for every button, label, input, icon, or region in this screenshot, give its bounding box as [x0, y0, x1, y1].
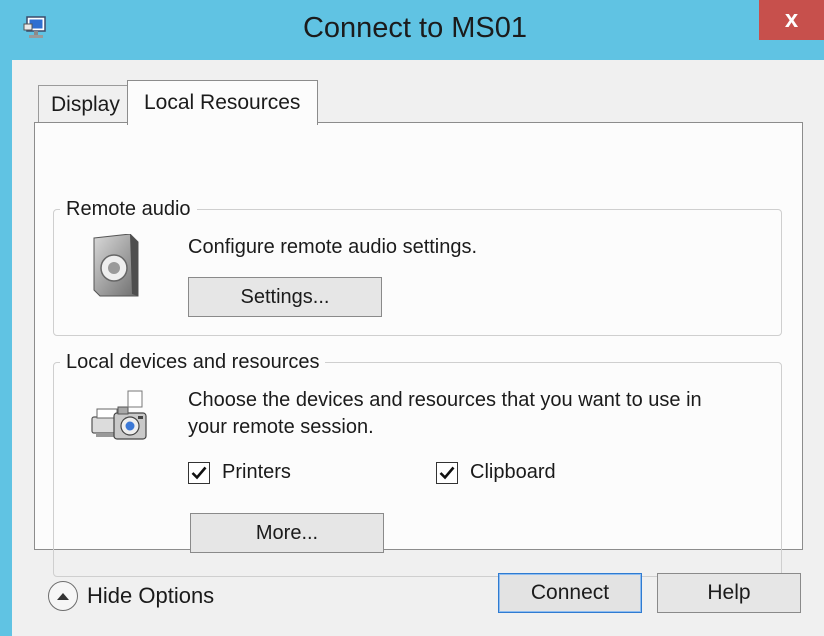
- tab-local-resources-label: Local Resources: [144, 91, 301, 114]
- tab-local-resources[interactable]: Local Resources: [127, 80, 318, 125]
- remote-audio-description: Configure remote audio settings.: [188, 236, 478, 258]
- dialog-body: Display Local Resources Remote audio Con…: [12, 60, 824, 636]
- chevron-up-icon[interactable]: [48, 581, 78, 611]
- speaker-icon: [88, 233, 144, 300]
- settings-button-label: Settings...: [240, 285, 330, 308]
- remote-audio-group: Remote audio Configure remote audio sett…: [53, 196, 782, 336]
- tab-display-label: Display: [51, 92, 120, 116]
- local-devices-group: Local devices and resources Choose the d…: [53, 349, 782, 577]
- remote-audio-heading: Remote audio: [60, 196, 197, 222]
- local-devices-heading: Local devices and resources: [60, 349, 326, 375]
- help-button-label: Help: [707, 581, 751, 604]
- more-button[interactable]: More...: [190, 513, 384, 553]
- devices-icon: [88, 389, 154, 447]
- printers-checkbox[interactable]: Printers: [188, 461, 291, 484]
- printers-label: Printers: [222, 461, 291, 483]
- hide-options-label: Hide Options: [87, 583, 215, 608]
- window-title: Connect to MS01: [302, 12, 528, 44]
- clipboard-label: Clipboard: [470, 461, 556, 483]
- tab-display[interactable]: Display: [38, 85, 128, 123]
- settings-button[interactable]: Settings...: [188, 277, 382, 317]
- local-devices-description-line2: your remote session.: [188, 416, 374, 438]
- close-button[interactable]: x: [759, 0, 824, 40]
- more-button-label: More...: [255, 521, 319, 544]
- close-icon: x: [784, 6, 799, 33]
- local-resources-panel: Remote audio Configure remote audio sett…: [34, 122, 803, 577]
- local-devices-description-line1: Choose the devices and resources that yo…: [188, 389, 702, 411]
- clipboard-check-icon[interactable]: [436, 461, 458, 484]
- printers-check-icon[interactable]: [188, 461, 210, 484]
- hide-options-toggle[interactable]: Hide Options: [48, 581, 214, 611]
- connect-button[interactable]: Connect: [498, 573, 642, 613]
- title-bar: Connect to MS01 x: [0, 0, 824, 60]
- clipboard-checkbox[interactable]: Clipboard: [436, 461, 556, 484]
- help-button[interactable]: Help: [657, 573, 801, 613]
- connect-button-label: Connect: [530, 581, 610, 604]
